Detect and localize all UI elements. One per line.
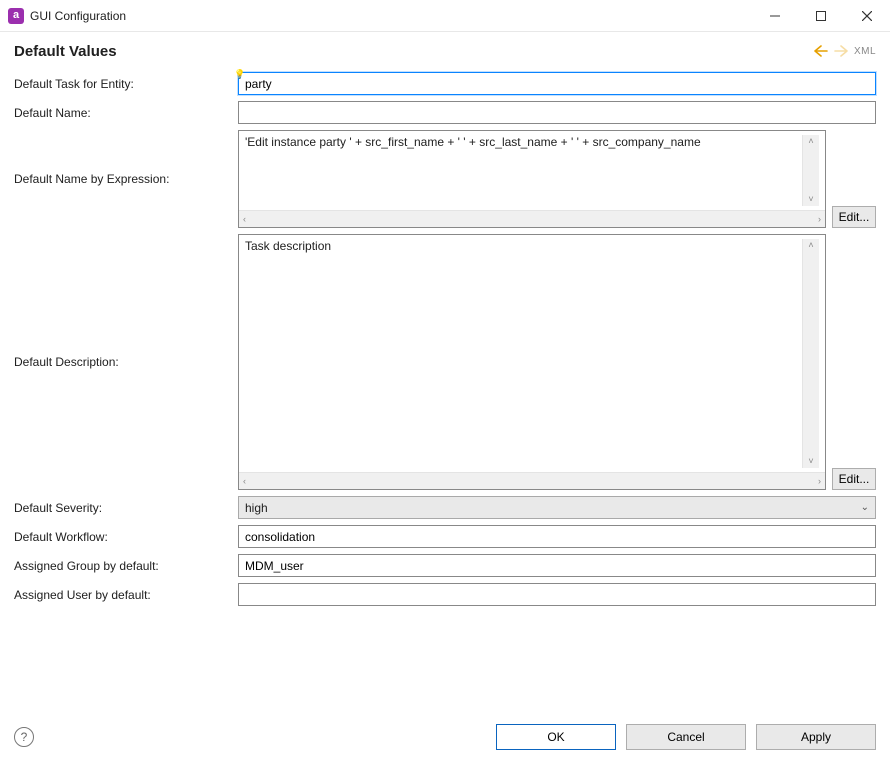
default-task-for-entity-input[interactable] [238,72,876,95]
label-default-severity: Default Severity: [14,501,238,515]
label-default-name-by-expression: Default Name by Expression: [14,172,238,186]
app-icon: a [8,8,24,24]
label-default-task-for-entity: Default Task for Entity: [14,77,238,91]
default-severity-select[interactable]: high ⌄ [238,496,876,519]
page-header: Default Values XML [0,32,890,68]
edit-description-button[interactable]: Edit... [832,468,876,490]
assigned-user-input[interactable] [238,583,876,606]
forward-arrow-icon[interactable] [832,42,850,60]
back-arrow-icon[interactable] [812,42,830,60]
scroll-up-icon[interactable]: ˄ [804,239,817,252]
xml-source-button[interactable]: XML [854,46,876,57]
default-severity-value: high [245,501,268,515]
window-controls [752,0,890,31]
scroll-left-icon[interactable]: ‹ [239,475,250,488]
cancel-button[interactable]: Cancel [626,724,746,750]
edit-expression-button[interactable]: Edit... [832,206,876,228]
window-title: GUI Configuration [30,9,126,23]
label-default-description: Default Description: [14,355,238,369]
dialog-footer: ? OK Cancel Apply [0,724,890,750]
vertical-scrollbar[interactable]: ˄ ˅ [802,239,819,468]
label-default-workflow: Default Workflow: [14,530,238,544]
apply-button[interactable]: Apply [756,724,876,750]
scroll-right-icon[interactable]: › [814,213,825,226]
label-assigned-group-by-default: Assigned Group by default: [14,559,238,573]
scroll-left-icon[interactable]: ‹ [239,213,250,226]
horizontal-scrollbar[interactable]: ‹ › [239,210,825,227]
label-assigned-user-by-default: Assigned User by default: [14,588,238,602]
page-title: Default Values [14,43,117,60]
horizontal-scrollbar[interactable]: ‹ › [239,472,825,489]
form: Default Task for Entity: 💡 Default Name:… [0,68,890,606]
default-description-textarea[interactable]: Task description [245,239,802,468]
scroll-right-icon[interactable]: › [814,475,825,488]
assigned-group-input[interactable] [238,554,876,577]
scroll-down-icon[interactable]: ˅ [804,455,817,468]
default-workflow-input[interactable] [238,525,876,548]
lightbulb-icon: 💡 [234,69,245,80]
vertical-scrollbar[interactable]: ˄ ˅ [802,135,819,206]
maximize-button[interactable] [798,0,844,31]
titlebar: a GUI Configuration [0,0,890,32]
minimize-button[interactable] [752,0,798,31]
scroll-up-icon[interactable]: ˄ [804,135,817,148]
help-icon[interactable]: ? [14,727,34,747]
default-name-by-expression-textarea[interactable]: 'Edit instance party ' + src_first_name … [245,135,802,206]
close-button[interactable] [844,0,890,31]
default-name-input[interactable] [238,101,876,124]
chevron-down-icon: ⌄ [861,502,869,513]
label-default-name: Default Name: [14,106,238,120]
ok-button[interactable]: OK [496,724,616,750]
scroll-down-icon[interactable]: ˅ [804,193,817,206]
